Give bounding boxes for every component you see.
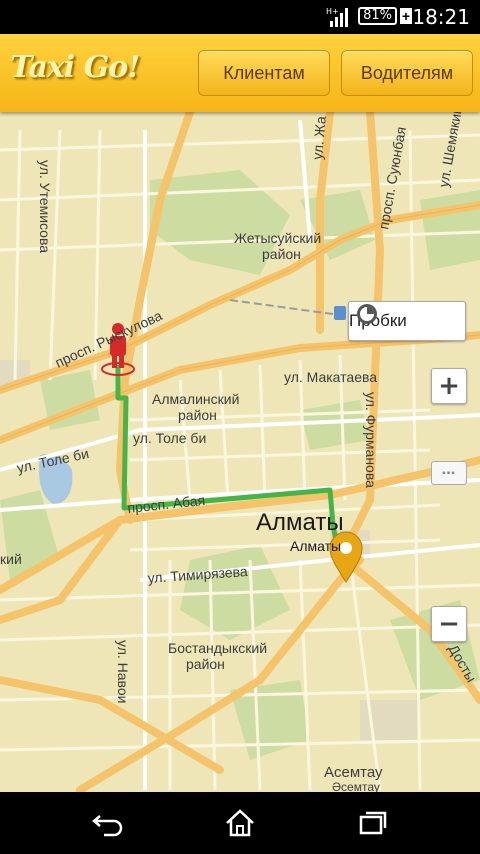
district-bostandyk: Бостандыкский [168,640,267,656]
zoom-out-button[interactable]: − [431,606,467,642]
svg-text:район: район [262,246,301,262]
signal-icon: H+ [326,7,348,27]
street-tole-bi: ул. Толе би [133,430,206,446]
drivers-button[interactable]: Водителям [341,50,473,96]
svg-text:Әсемтау: Әсемтау [332,780,380,792]
district-almaly: Алмалинский [152,391,239,407]
home-icon[interactable] [223,808,257,838]
svg-text:район: район [186,656,225,672]
clients-button[interactable]: Клиентам [198,50,330,96]
street-navoi: ул. Навои [115,640,131,703]
zoom-slider-handle[interactable]: ▪▪▪ [431,461,467,485]
app-logo: Taxi Go! [10,50,140,85]
place-asemtau: Асемтау [324,764,383,781]
place-left-edge: кий [0,551,22,567]
street-utemisov: ул. Утемисова [37,160,53,253]
traffic-button[interactable]: Пробки [348,301,466,341]
svg-text:H+: H+ [326,7,339,16]
app-header: Taxi Go! Клиентам Водителям [0,34,480,112]
street-makataev: ул. Макатаева [284,369,377,385]
district-zhetysu: Жетысуйский [234,230,321,246]
city-sublabel: Алматы [290,538,341,554]
back-icon[interactable] [90,808,124,838]
battery-icon: 81% + [358,7,412,25]
city-label: Алматы [256,509,344,536]
battery-level: 81% [358,7,397,25]
map-view[interactable]: Жетысуйский район Алмалинский район Бост… [0,112,480,792]
map-canvas: Жетысуйский район Алмалинский район Бост… [0,112,480,792]
zoom-in-button[interactable]: + [431,368,467,404]
metro-icon [334,306,346,320]
traffic-icon [357,304,377,324]
clock: 18:21 [412,5,470,29]
svg-text:район: район [178,407,217,423]
system-nav-bar [0,792,480,854]
recent-apps-icon[interactable] [356,808,390,838]
street-furmanov: ул. Фурманова [363,392,379,488]
status-bar: H+ 81% + 18:21 [0,0,480,34]
